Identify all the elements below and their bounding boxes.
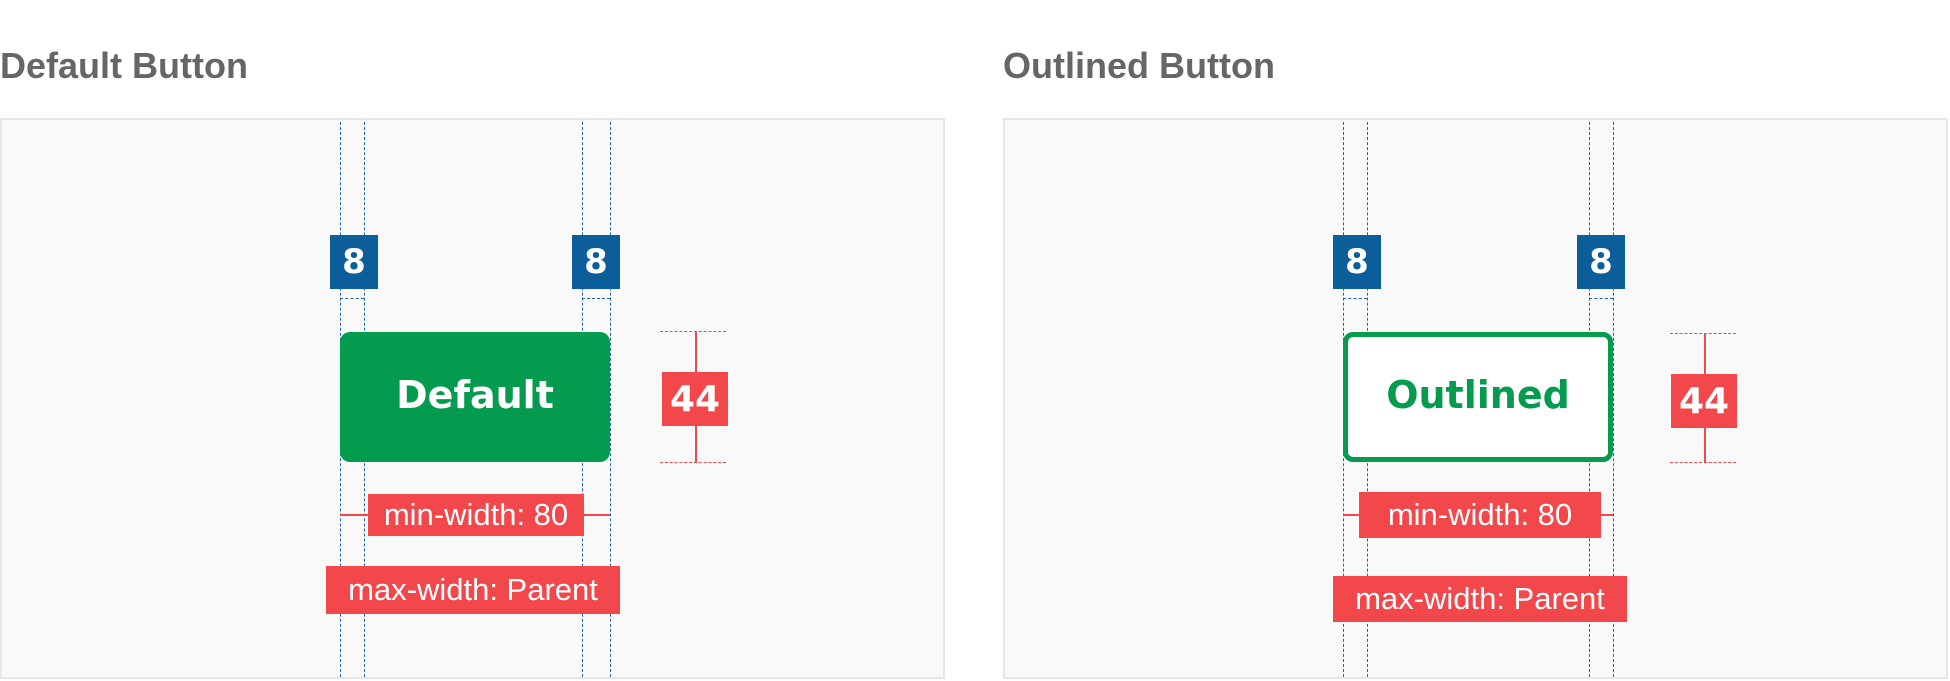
right-spacing-marker — [1589, 298, 1613, 299]
right-spacing-badge: 8 — [1577, 235, 1625, 289]
height-badge: 44 — [1671, 374, 1737, 428]
min-width-label: min-width: 80 — [368, 494, 584, 536]
min-width-label: min-width: 80 — [1359, 492, 1601, 538]
default-button-title: Default Button — [0, 45, 248, 86]
height-top-marker — [660, 331, 726, 332]
left-spacing-badge: 8 — [1333, 235, 1381, 289]
height-top-marker — [1670, 333, 1736, 334]
max-width-label: max-width: Parent — [326, 566, 620, 614]
right-spacing-badge: 8 — [572, 235, 620, 289]
outlined-button-spec-panel: 8 8 Outlined 44 min-width: 80 max-width:… — [1003, 118, 1948, 679]
height-bottom-marker — [1670, 462, 1736, 463]
height-badge: 44 — [662, 372, 728, 426]
outlined-button[interactable]: Outlined — [1343, 332, 1613, 462]
height-bottom-marker — [660, 462, 726, 463]
left-spacing-badge: 8 — [330, 235, 378, 289]
left-spacing-marker — [1343, 298, 1367, 299]
default-button[interactable]: Default — [340, 332, 610, 462]
left-spacing-marker — [340, 298, 364, 299]
max-width-label: max-width: Parent — [1333, 576, 1627, 622]
outlined-button-title: Outlined Button — [1003, 45, 1275, 86]
default-button-spec-panel: 8 8 Default 44 min-width: 80 max-width: … — [0, 118, 945, 679]
right-spacing-marker — [582, 298, 610, 299]
